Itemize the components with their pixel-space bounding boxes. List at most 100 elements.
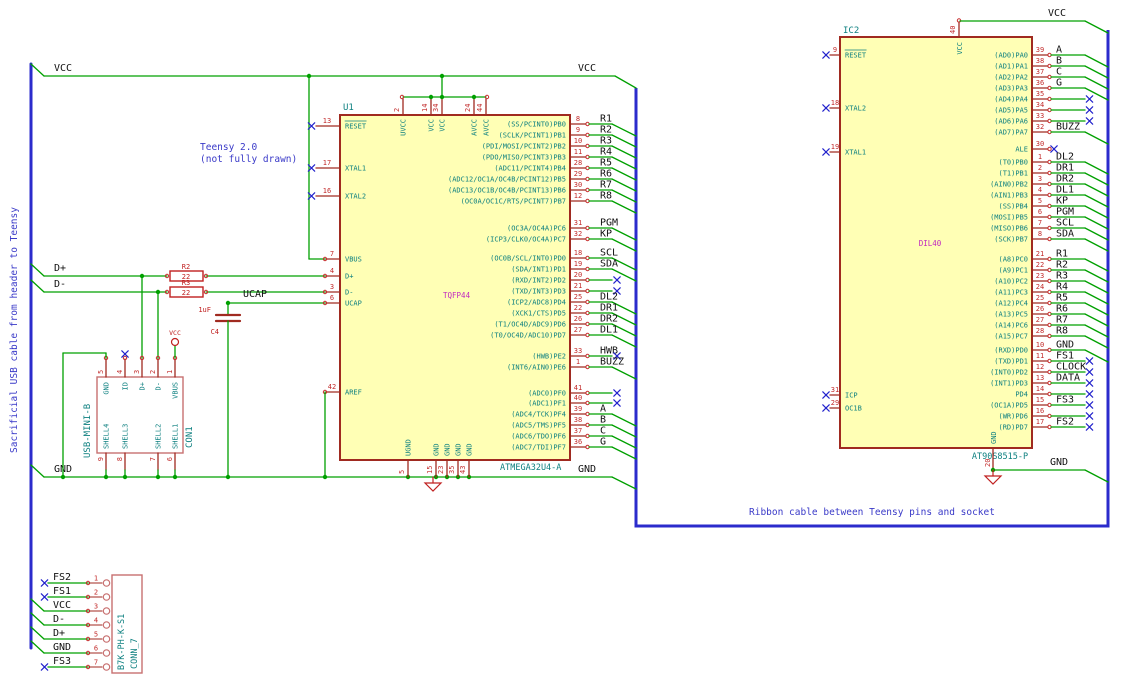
pin-name: XTAL2 <box>345 193 366 201</box>
pin-number: 14 <box>421 104 429 112</box>
pin-number: 7 <box>94 659 98 667</box>
bus-entry <box>1084 183 1109 197</box>
net-label: FS2 <box>53 572 71 583</box>
net-label: KP <box>600 229 612 240</box>
pin-number: 4 <box>1038 186 1042 194</box>
bus-entry <box>611 123 637 137</box>
con1-ref: CON1 <box>185 426 195 448</box>
net-label: DL1 <box>1056 185 1074 196</box>
pin-name: ID <box>122 382 130 390</box>
pin-name: (T0/OC4D/ADC10)PD7 <box>490 332 566 340</box>
pin-number: 17 <box>323 159 331 167</box>
bus-entry <box>611 435 637 449</box>
pin-number: 7 <box>330 250 334 258</box>
net-label: GND <box>1050 457 1068 468</box>
bus-entry <box>611 200 637 214</box>
pin-name: (RD)PD7 <box>998 424 1028 432</box>
pin-number: 39 <box>1036 46 1044 54</box>
pin-name: (OC1A)PD5 <box>990 402 1028 410</box>
pin-name: SHELL3 <box>122 424 130 449</box>
pin-name: (ADC11/PCINT4)PB4 <box>494 165 566 173</box>
net-label: G <box>1056 78 1062 89</box>
net-label: PGM <box>1056 207 1074 218</box>
net-label: B <box>1056 56 1062 67</box>
pin-name: RESET <box>845 52 867 60</box>
pin-pad <box>102 621 111 629</box>
pin-name: (AD3)PA3 <box>994 85 1028 93</box>
pin-number: 3 <box>330 283 334 291</box>
schematic-canvas: VCC VCCGND GNDD+D-UCAP1uFC4R222R322U1ATMEG… <box>9 8 1110 674</box>
pin-number: 38 <box>574 416 582 424</box>
bus-entry <box>1084 324 1109 338</box>
pin-name: D+ <box>345 273 353 281</box>
pin-name: D- <box>345 289 353 297</box>
pin-name: VBUS <box>172 382 180 399</box>
net-label: CLOCK <box>1056 362 1086 373</box>
net-label: VCC <box>578 63 596 74</box>
pin-name: D+ <box>139 382 147 390</box>
pin-number: 14 <box>1036 385 1044 393</box>
net-label: DATA <box>1056 373 1080 384</box>
pin-name: (T1/OC4D/ADC9)PD6 <box>494 321 566 329</box>
pin-name: (A12)PC4 <box>994 300 1028 308</box>
net-label: VCC <box>54 63 72 74</box>
net-label: R4 <box>1056 282 1068 293</box>
pin-pad <box>102 593 111 601</box>
pin-number: 19 <box>574 260 582 268</box>
pin-number: 27 <box>1036 316 1044 324</box>
note-teensy: Teensy 2.0 <box>200 142 257 153</box>
pin-number: 7 <box>149 457 157 461</box>
pin-name: (RXD/INT2)PD2 <box>511 277 566 285</box>
cap-ref: C4 <box>211 328 219 336</box>
pin-pad <box>102 579 111 587</box>
pin-number: 4 <box>330 267 334 275</box>
con1-value: USB-MINI-B <box>83 404 93 458</box>
net-label: DR1 <box>600 303 618 314</box>
pin-number: 34 <box>432 104 440 112</box>
pin-name: UCAP <box>345 300 362 308</box>
pin-name: (AD5)PA5 <box>994 107 1028 115</box>
pin-name: (XCK1/CTS)PD5 <box>511 310 566 318</box>
pin-number: 22 <box>574 304 582 312</box>
net-label: DL1 <box>600 325 618 336</box>
pin-name: (AD6)PA6 <box>994 118 1028 126</box>
pin-name: (ADC6/TDO)PF6 <box>511 433 566 441</box>
bus-entry <box>1084 258 1109 272</box>
pin-number: 20 <box>574 271 582 279</box>
net-label: R5 <box>600 158 612 169</box>
bus-entry <box>611 156 637 170</box>
pin-name: (OC0B/SCL/INT0)PD0 <box>490 255 566 263</box>
net-label: VCC <box>1048 8 1066 19</box>
pin-number: 42 <box>328 383 336 391</box>
bus-entry <box>30 598 45 612</box>
pin-name: (MOSI)PB5 <box>990 214 1028 222</box>
net-label: R1 <box>600 114 612 125</box>
pin-name: (ADC7/TDI)PF7 <box>511 444 566 452</box>
pin-name: OC1B <box>845 405 862 413</box>
pin-number: 11 <box>1036 352 1044 360</box>
pin-name: (ADC4/TCK)PF4 <box>511 411 566 419</box>
net-label: R6 <box>1056 304 1068 315</box>
pin-name: VCC <box>428 119 436 132</box>
pin-name: (SS)PB4 <box>998 203 1028 211</box>
pin-name: (T1)PB1 <box>998 170 1028 178</box>
pin-name: VCC <box>439 119 447 132</box>
pin-name: GND <box>455 443 463 456</box>
pin-name: (MISO)PB6 <box>990 225 1028 233</box>
net-label: R5 <box>1056 293 1068 304</box>
pin-number: 40 <box>949 26 957 34</box>
ic2-value: AT90S8515-P <box>972 452 1028 462</box>
net-label: VCC <box>53 600 71 611</box>
pin-number: 11 <box>574 148 582 156</box>
pin-number: 30 <box>1036 140 1044 148</box>
net-label: SCL <box>600 248 618 259</box>
pin-name: GND <box>466 443 474 456</box>
pin-number: 5 <box>398 470 406 474</box>
net-label: R3 <box>600 136 612 147</box>
pin-name: (T0)PB0 <box>998 159 1028 167</box>
pin-number: 22 <box>1036 261 1044 269</box>
junction-dot <box>428 94 434 100</box>
net-label: R7 <box>600 180 612 191</box>
ic2-footprint: DIL40 <box>919 239 942 248</box>
pin-number: 1 <box>576 358 580 366</box>
